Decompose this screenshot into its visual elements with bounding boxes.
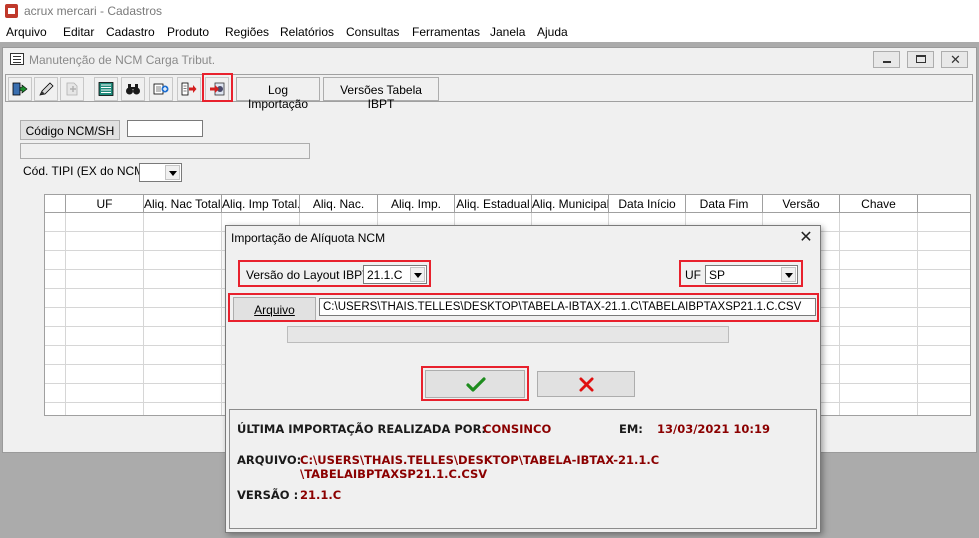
confirm-import-button[interactable] [425, 370, 525, 398]
search-button[interactable] [121, 77, 145, 101]
import-button[interactable] [205, 77, 229, 101]
column-header-versao[interactable]: Versão [763, 195, 840, 213]
restore-button[interactable] [907, 51, 934, 68]
menu-consultas[interactable]: Consultas [346, 25, 399, 39]
file-browse-button[interactable]: Arquivo [233, 297, 316, 321]
file-path-input[interactable] [319, 298, 816, 316]
menu-regioes[interactable]: Regiões [225, 25, 269, 39]
tipi-code-label: Cód. TIPI (EX do NCM) [23, 164, 149, 178]
window-title: Manutenção de NCM Carga Tribut. [29, 53, 216, 67]
chevron-down-icon[interactable] [781, 267, 796, 282]
ncm-code-button[interactable]: Código NCM/SH [20, 120, 120, 140]
table-header: UF Aliq. Nac Total. Aliq. Imp Total. Ali… [45, 195, 970, 213]
menu-ajuda[interactable]: Ajuda [537, 25, 568, 39]
window-icon [10, 53, 24, 65]
menu-relatorios[interactable]: Relatórios [280, 25, 334, 39]
dialog-title: Importação de Alíquota NCM [231, 231, 386, 245]
last-import-date: 13/03/2021 10:19 [657, 422, 771, 436]
last-import-version: 21.1.C [300, 488, 342, 502]
new-record-button[interactable] [60, 77, 84, 101]
app-logo-icon [5, 4, 18, 18]
toolbar: Log Importação Versões Tabela IBPT [5, 74, 973, 111]
import-dialog: Importação de Alíquota NCM ✕ Versão do L… [225, 225, 821, 533]
minimize-icon [883, 61, 891, 63]
import-icon [210, 82, 225, 96]
minimize-button[interactable] [873, 51, 900, 68]
edit-icon [39, 82, 54, 96]
column-header-uf[interactable]: UF [66, 195, 144, 213]
exit-icon [12, 82, 28, 96]
layout-version-select[interactable]: 21.1.C [363, 265, 427, 284]
menu-produto[interactable]: Produto [167, 25, 209, 39]
layout-version-label: Versão do Layout IBPT [246, 268, 370, 282]
column-header-data-inicio[interactable]: Data Início [609, 195, 686, 213]
add-button[interactable] [149, 77, 173, 101]
column-header-aliq-nac[interactable]: Aliq. Nac. [300, 195, 378, 213]
uf-value: SP [709, 268, 726, 282]
menu-cadastro[interactable]: Cadastro [106, 25, 155, 39]
add-icon [153, 83, 169, 95]
column-header-aliq-imp[interactable]: Aliq. Imp. [378, 195, 455, 213]
check-icon [466, 377, 486, 392]
last-import-label: ÚLTIMA IMPORTAÇÃO REALIZADA POR: [237, 422, 487, 436]
menu-janela[interactable]: Janela [490, 25, 525, 39]
close-icon: ✕ [799, 229, 813, 246]
app-titlebar: acrux mercari - Cadastros [0, 0, 979, 22]
cancel-import-button[interactable] [537, 371, 635, 397]
new-icon [66, 82, 78, 96]
dialog-close-button[interactable]: ✕ [794, 227, 818, 249]
export-button[interactable] [177, 77, 201, 101]
last-import-panel: ÚLTIMA IMPORTAÇÃO REALIZADA POR: CONSINC… [229, 409, 817, 529]
uf-label: UF [685, 268, 701, 282]
list-button[interactable] [94, 77, 118, 101]
column-header-aliq-municipal[interactable]: Aliq. Municipal [532, 195, 609, 213]
chevron-down-icon[interactable] [165, 165, 180, 180]
chevron-down-icon[interactable] [410, 267, 425, 282]
grid-line [143, 213, 144, 415]
cross-icon [579, 377, 594, 392]
import-progress-bar [287, 326, 729, 343]
layout-version-value: 21.1.C [367, 268, 403, 282]
last-import-version-label: VERSÃO : [237, 488, 299, 502]
column-header-data-fim[interactable]: Data Fim [686, 195, 763, 213]
uf-select[interactable]: SP [705, 265, 798, 284]
menu-arquivo[interactable]: Arquivo [6, 25, 47, 39]
edit-button[interactable] [34, 77, 58, 101]
close-icon: ✕ [950, 52, 961, 67]
grid-line [65, 213, 66, 415]
tipi-code-select[interactable] [139, 163, 182, 182]
ibpt-versions-button[interactable]: Versões Tabela IBPT [323, 77, 439, 111]
menu-bar: Arquivo Editar Cadastro Produto Regiões … [0, 22, 979, 42]
list-icon [98, 82, 114, 96]
last-import-file-line1: C:\USERS\THAIS.TELLES\DESKTOP\TABELA-IBT… [300, 453, 660, 467]
ncm-description-field [20, 143, 310, 159]
app-title: acrux mercari - Cadastros [24, 4, 163, 18]
ncm-code-input[interactable] [127, 120, 203, 137]
restore-icon [916, 55, 926, 63]
menu-editar[interactable]: Editar [63, 25, 94, 39]
column-header-aliq-nac-total[interactable]: Aliq. Nac Total. [144, 195, 222, 213]
grid-line [221, 213, 222, 415]
last-import-date-label: EM: [619, 422, 643, 436]
window-close-button[interactable]: ✕ [941, 51, 968, 68]
log-import-button[interactable]: Log Importação [236, 77, 320, 111]
exit-button[interactable] [8, 77, 32, 101]
last-import-file-line2: \TABELAIBPTAXSP21.1.C.CSV [300, 467, 488, 481]
last-import-file-label: ARQUIVO: [237, 453, 302, 467]
export-icon [181, 82, 197, 96]
column-header-aliq-estadual[interactable]: Aliq. Estadual [455, 195, 532, 213]
binoculars-icon [126, 84, 140, 95]
column-header-aliq-imp-total[interactable]: Aliq. Imp Total. [222, 195, 300, 213]
menu-ferramentas[interactable]: Ferramentas [412, 25, 480, 39]
last-import-user: CONSINCO [483, 422, 552, 436]
row-indicator-header [45, 195, 66, 213]
grid-line [917, 213, 918, 415]
column-header-chave[interactable]: Chave [840, 195, 918, 213]
window-titlebar: Manutenção de NCM Carga Tribut. ✕ [3, 48, 976, 71]
grid-line [839, 213, 840, 415]
